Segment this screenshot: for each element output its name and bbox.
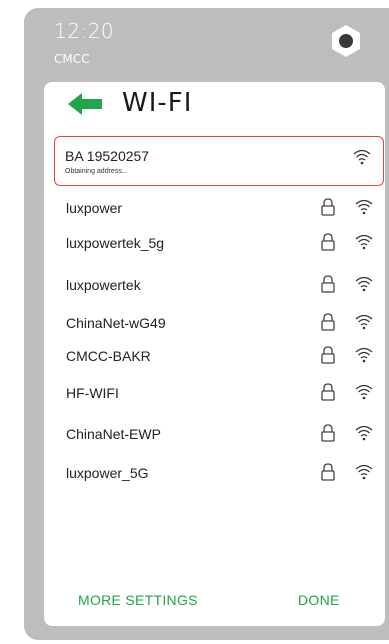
network-status: Obtaining address...	[65, 168, 128, 175]
network-item[interactable]: ChinaNet-EWP	[54, 422, 384, 458]
network-item[interactable]: luxpower_5G	[54, 461, 384, 497]
more-settings-button[interactable]: MORE SETTINGS	[78, 592, 198, 608]
network-name: HF-WIFI	[66, 385, 119, 401]
wifi-icon	[353, 149, 371, 165]
page-title: WI-FI	[122, 88, 193, 118]
network-item[interactable]: ChinaNet-wG49	[54, 311, 384, 347]
hexagon-icon[interactable]	[329, 24, 363, 58]
network-name: luxpower_5G	[66, 465, 149, 481]
lock-icon	[321, 233, 335, 251]
lock-icon	[321, 424, 335, 442]
wifi-icon	[355, 276, 373, 292]
back-arrow-icon[interactable]	[68, 93, 102, 115]
wifi-icon	[355, 199, 373, 215]
status-time: 12:20	[54, 19, 115, 43]
network-item[interactable]: luxpowertek_5g	[54, 231, 384, 267]
network-name: luxpowertek	[66, 277, 141, 293]
lock-icon	[321, 346, 335, 364]
network-name: luxpower	[66, 200, 123, 216]
wifi-icon	[355, 314, 373, 330]
network-item-active[interactable]: BA 19520257 Obtaining address...	[54, 136, 384, 186]
wifi-icon	[355, 464, 373, 480]
network-item[interactable]: CMCC-BAKR	[54, 344, 384, 380]
network-item[interactable]: HF-WIFI	[54, 381, 384, 417]
network-name: ChinaNet-EWP	[66, 426, 161, 442]
network-name: CMCC-BAKR	[66, 348, 151, 364]
done-button[interactable]: DONE	[298, 592, 340, 608]
lock-icon	[321, 198, 335, 216]
lock-icon	[321, 463, 335, 481]
lock-icon	[321, 383, 335, 401]
wifi-icon	[355, 384, 373, 400]
lock-icon	[321, 275, 335, 293]
network-item[interactable]: luxpowertek	[54, 273, 384, 309]
network-name: BA 19520257	[65, 148, 150, 164]
network-name: ChinaNet-wG49	[66, 315, 166, 331]
status-carrier: CMCC	[54, 52, 90, 66]
lock-icon	[321, 313, 335, 331]
network-name: luxpowertek_5g	[66, 235, 165, 251]
wifi-icon	[355, 347, 373, 363]
network-item[interactable]: luxpower	[54, 196, 384, 232]
wifi-icon	[355, 425, 373, 441]
wifi-icon	[355, 234, 373, 250]
